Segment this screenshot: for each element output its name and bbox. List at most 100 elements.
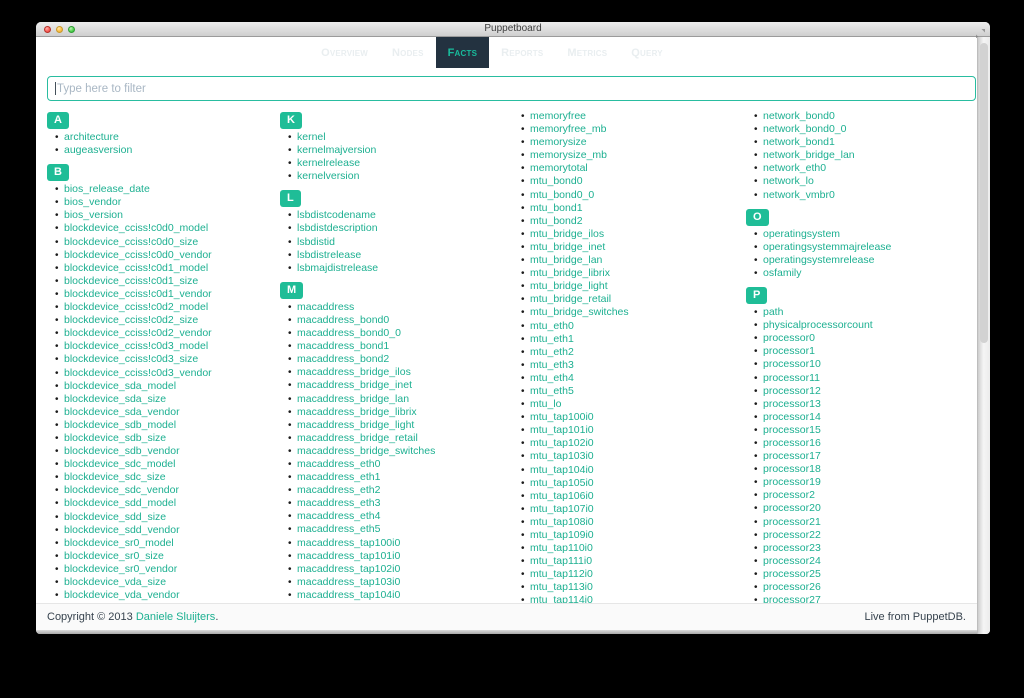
fact-link[interactable]: physicalprocessorcount (763, 319, 873, 332)
fact-link[interactable]: mtu_tap103i0 (530, 450, 594, 463)
fact-link[interactable]: macaddress_bridge_retail (297, 432, 418, 445)
fact-link[interactable]: mtu_eth4 (530, 372, 574, 385)
window-titlebar[interactable]: Puppetboard (36, 22, 990, 37)
fact-link[interactable]: macaddress_eth4 (297, 510, 380, 523)
fact-link[interactable]: macaddress_bond0_0 (297, 327, 401, 340)
fact-link[interactable]: processor16 (763, 437, 821, 450)
fact-link[interactable]: lsbdistcodename (297, 209, 376, 222)
fact-link[interactable]: kernelrelease (297, 157, 360, 170)
fact-link[interactable]: blockdevice_sda_model (64, 380, 176, 393)
fact-link[interactable]: kernelmajversion (297, 144, 376, 157)
fact-link[interactable]: macaddress_eth0 (297, 458, 380, 471)
fact-link[interactable]: macaddress_eth1 (297, 471, 380, 484)
fact-link[interactable]: processor19 (763, 476, 821, 489)
fact-link[interactable]: kernelversion (297, 170, 359, 183)
fact-link[interactable]: blockdevice_sdb_size (64, 432, 166, 445)
fact-link[interactable]: mtu_tap112i0 (530, 568, 593, 581)
fact-link[interactable]: macaddress_tap103i0 (297, 576, 400, 589)
fact-link[interactable]: blockdevice_sdc_size (64, 471, 166, 484)
fact-link[interactable]: mtu_tap106i0 (530, 490, 594, 503)
fact-link[interactable]: blockdevice_cciss!c0d1_size (64, 275, 198, 288)
fact-link[interactable]: blockdevice_cciss!c0d2_size (64, 314, 198, 327)
fact-link[interactable]: mtu_eth3 (530, 359, 574, 372)
tab-metrics[interactable]: Metrics (555, 37, 619, 68)
fact-link[interactable]: processor17 (763, 450, 821, 463)
tab-overview[interactable]: Overview (309, 37, 380, 68)
fact-link[interactable]: mtu_tap105i0 (530, 477, 594, 490)
fact-link[interactable]: processor27 (763, 594, 821, 603)
fact-link[interactable]: processor10 (763, 358, 821, 371)
fact-link[interactable]: processor22 (763, 529, 821, 542)
scrollbar-thumb[interactable] (980, 43, 988, 343)
fact-link[interactable]: operatingsystemrelease (763, 254, 874, 267)
fact-link[interactable]: memorytotal (530, 162, 588, 175)
fact-link[interactable]: blockdevice_cciss!c0d0_vendor (64, 249, 212, 262)
fact-link[interactable]: macaddress_tap100i0 (297, 537, 400, 550)
fact-link[interactable]: mtu_eth5 (530, 385, 574, 398)
fact-link[interactable]: macaddress_eth2 (297, 484, 380, 497)
fact-link[interactable]: blockdevice_vdb_size (64, 602, 166, 603)
fact-link[interactable]: macaddress_bond0 (297, 314, 389, 327)
tab-reports[interactable]: Reports (489, 37, 555, 68)
fact-link[interactable]: bios_release_date (64, 183, 150, 196)
fact-link[interactable]: blockdevice_sda_size (64, 393, 166, 406)
fact-link[interactable]: mtu_lo (530, 398, 562, 411)
fact-link[interactable]: blockdevice_sdd_size (64, 511, 166, 524)
fact-link[interactable]: lsbdistid (297, 236, 335, 249)
fact-link[interactable]: lsbdistrelease (297, 249, 361, 262)
fact-link[interactable]: processor15 (763, 424, 821, 437)
fact-link[interactable]: mtu_tap107i0 (530, 503, 594, 516)
fact-link[interactable]: macaddress_eth3 (297, 497, 380, 510)
tab-facts[interactable]: Facts (436, 37, 490, 68)
fact-link[interactable]: blockdevice_sdc_vendor (64, 484, 179, 497)
fact-link[interactable]: mtu_bridge_ilos (530, 228, 604, 241)
fact-link[interactable]: macaddress_bridge_librix (297, 406, 417, 419)
fact-link[interactable]: mtu_tap100i0 (530, 411, 594, 424)
fact-link[interactable]: processor21 (763, 516, 821, 529)
fact-link[interactable]: path (763, 306, 783, 319)
fact-link[interactable]: mtu_tap111i0 (530, 555, 592, 568)
fact-link[interactable]: macaddress_bond2 (297, 353, 389, 366)
fact-link[interactable]: processor0 (763, 332, 815, 345)
fact-link[interactable]: processor25 (763, 568, 821, 581)
fact-link[interactable]: macaddress_bridge_inet (297, 379, 412, 392)
fact-link[interactable]: blockdevice_sdd_vendor (64, 524, 180, 537)
fact-link[interactable]: blockdevice_cciss!c0d2_model (64, 301, 208, 314)
fact-link[interactable]: processor12 (763, 385, 821, 398)
fact-link[interactable]: memorysize_mb (530, 149, 607, 162)
fact-link[interactable]: lsbdistdescription (297, 222, 378, 235)
fact-link[interactable]: mtu_tap110i0 (530, 542, 593, 555)
fact-link[interactable]: kernel (297, 131, 326, 144)
fact-link[interactable]: osfamily (763, 267, 802, 280)
tab-nodes[interactable]: Nodes (380, 37, 436, 68)
fact-link[interactable]: processor11 (763, 372, 820, 385)
fact-link[interactable]: blockdevice_sr0_vendor (64, 563, 177, 576)
fact-link[interactable]: processor26 (763, 581, 821, 594)
fact-link[interactable]: augeasversion (64, 144, 132, 157)
fact-link[interactable]: network_bond1 (763, 136, 835, 149)
fact-link[interactable]: mtu_tap102i0 (530, 437, 594, 450)
author-link[interactable]: Daniele Sluijters (136, 611, 215, 623)
fact-link[interactable]: network_bond0 (763, 110, 835, 123)
fact-link[interactable]: macaddress (297, 301, 354, 314)
fact-link[interactable]: macaddress_bridge_ilos (297, 366, 411, 379)
fact-link[interactable]: mtu_eth2 (530, 346, 574, 359)
tab-query[interactable]: Query (619, 37, 675, 68)
fact-link[interactable]: processor2 (763, 489, 815, 502)
fact-link[interactable]: mtu_bridge_lan (530, 254, 602, 267)
navbar-brand[interactable]: Puppetboard (210, 44, 299, 61)
fact-link[interactable]: macaddress_tap101i0 (297, 550, 400, 563)
fact-link[interactable]: mtu_bond2 (530, 215, 583, 228)
fact-link[interactable]: processor13 (763, 398, 821, 411)
fact-link[interactable]: blockdevice_cciss!c0d3_model (64, 340, 208, 353)
fact-link[interactable]: mtu_bridge_retail (530, 293, 611, 306)
fact-link[interactable]: processor20 (763, 502, 821, 515)
fact-link[interactable]: macaddress_tap104i0 (297, 589, 400, 602)
fact-link[interactable]: network_lo (763, 175, 814, 188)
fact-link[interactable]: mtu_tap101i0 (530, 424, 594, 437)
fact-link[interactable]: network_eth0 (763, 162, 826, 175)
fact-link[interactable]: blockdevice_cciss!c0d2_vendor (64, 327, 212, 340)
fact-link[interactable]: macaddress_bond1 (297, 340, 389, 353)
fact-link[interactable]: processor14 (763, 411, 821, 424)
fact-link[interactable]: mtu_bridge_inet (530, 241, 605, 254)
